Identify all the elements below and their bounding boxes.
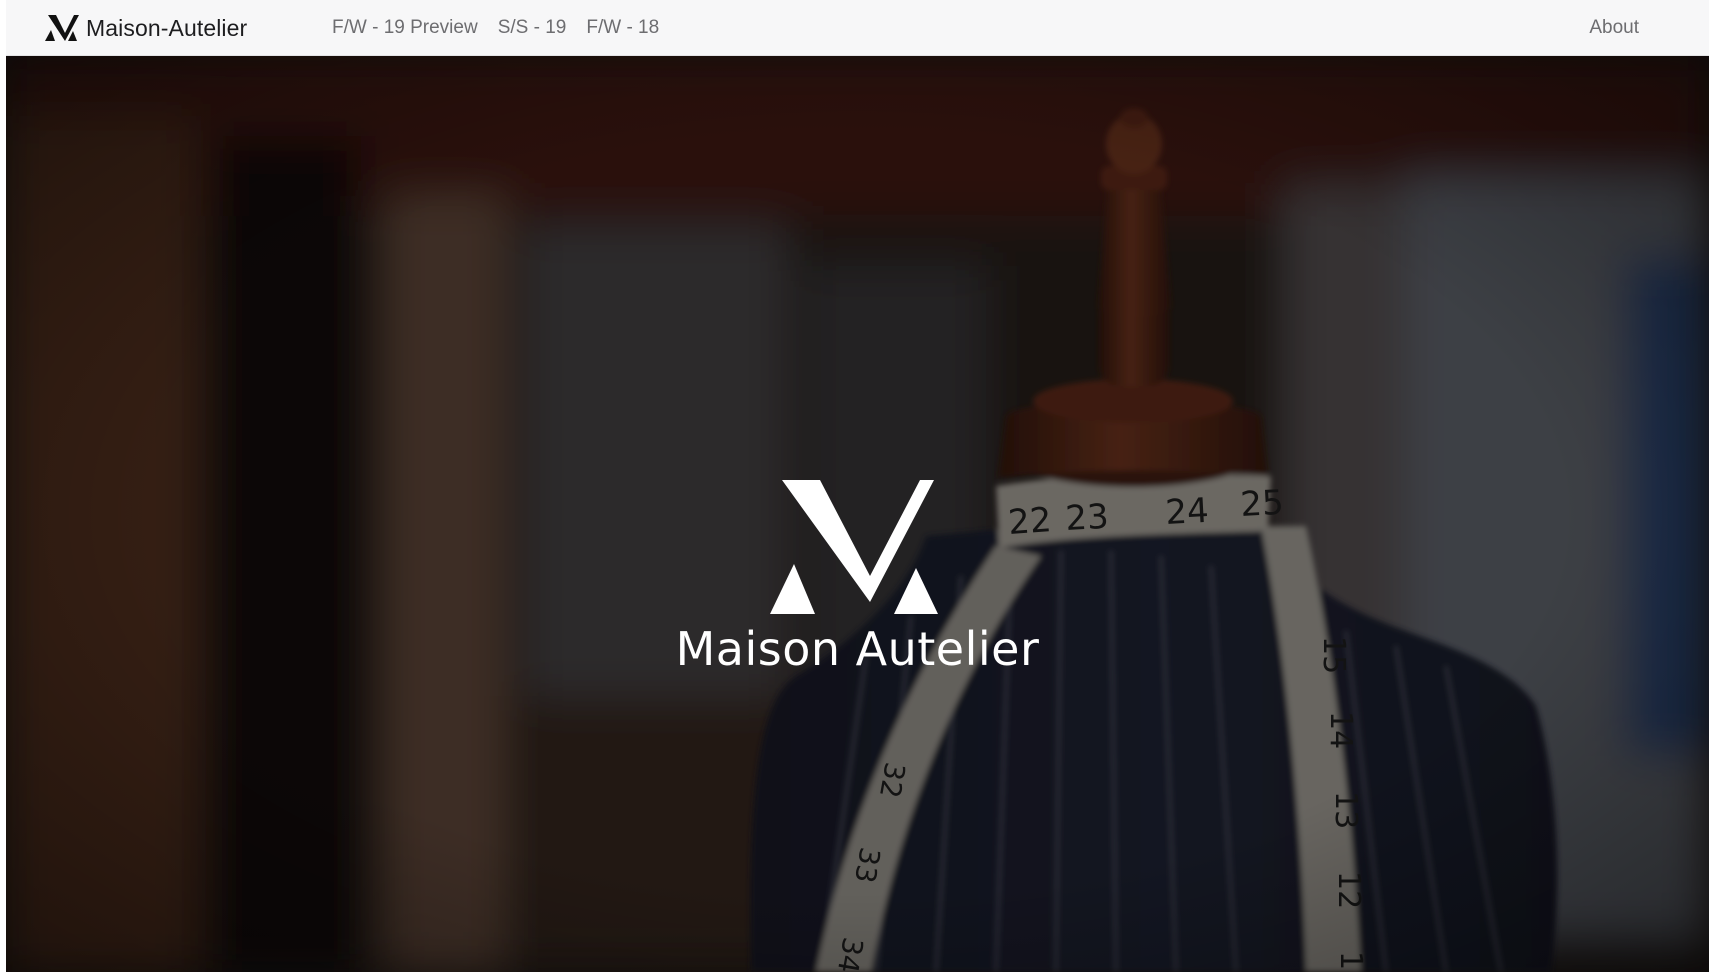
nav-link-fw19-preview[interactable]: F/W - 19 Preview <box>332 17 478 39</box>
nav-link-ss19[interactable]: S/S - 19 <box>498 17 567 39</box>
maison-autelier-logo-icon <box>45 15 79 41</box>
top-navbar: Maison-Autelier F/W - 19 Preview S/S - 1… <box>6 0 1709 56</box>
hero-brand-block: Maison Autelier <box>648 480 1068 676</box>
hero-section: 22 23 24 25 15 14 13 12 1 32 33 34 <box>6 56 1709 972</box>
brand-home-link[interactable]: Maison-Autelier <box>44 10 247 46</box>
maison-autelier-logo-icon <box>769 480 938 614</box>
nav-link-fw18[interactable]: F/W - 18 <box>586 17 659 39</box>
page: Maison-Autelier F/W - 19 Preview S/S - 1… <box>0 0 1714 972</box>
hero-title: Maison Autelier <box>675 622 1040 676</box>
brand-name: Maison-Autelier <box>86 14 248 41</box>
nav-link-about[interactable]: About <box>1589 10 1639 46</box>
nav-links: F/W - 19 Preview S/S - 19 F/W - 18 <box>332 10 679 46</box>
